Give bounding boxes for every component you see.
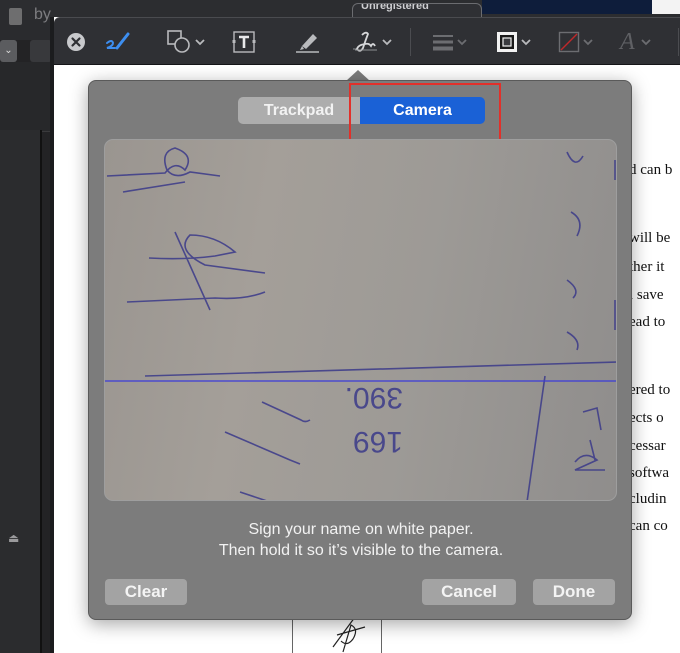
highlight-icon [296, 34, 319, 53]
unregistered-badge-label: Unregistered [361, 3, 429, 12]
instruction-line-2: Then hold it so it’s visible to the came… [218, 542, 504, 559]
paper-signature-2 [126, 231, 266, 311]
sidebar-header [0, 62, 50, 132]
signature-source-tabs: Trackpad Camera [238, 97, 485, 124]
instruction-line-1: Sign your name on white paper. [248, 521, 474, 538]
document-text-line: cessar [629, 438, 666, 454]
paper-edge-line [144, 361, 616, 377]
paper-signature-1 [106, 147, 221, 193]
font-style-icon: A [620, 29, 635, 55]
close-markup-button[interactable] [66, 29, 86, 55]
sketch-icon [106, 32, 130, 50]
chevron-down-icon [457, 39, 467, 46]
chevron-down-icon [382, 39, 392, 46]
chevron-down-icon [195, 39, 205, 46]
line-style-button[interactable] [432, 29, 467, 55]
paper-number-169: 169 [353, 425, 403, 458]
background-window-strip [482, 0, 652, 14]
paper-margin-marks [566, 151, 616, 351]
tab-camera[interactable]: Camera [360, 97, 485, 124]
signature-popover: Trackpad Camera 390. 169 Sign your name … [88, 80, 632, 620]
cancel-button[interactable]: Cancel [422, 579, 516, 605]
document-file-icon [9, 8, 22, 25]
document-text-line: softwa [629, 465, 669, 481]
document-text-line: can co [629, 518, 668, 534]
document-text-line: will be [629, 230, 671, 246]
eject-icon[interactable]: ⏏ [8, 532, 20, 544]
background-window-corner [652, 0, 680, 14]
fill-color-icon [558, 31, 580, 53]
border-color-icon [497, 32, 517, 52]
camera-feed: 390. 169 [105, 147, 616, 500]
document-text-line: ead to [629, 314, 666, 330]
background-dropdown-button[interactable]: ⌄ [0, 40, 17, 62]
camera-preview: 390. 169 [104, 139, 617, 501]
chevron-down-icon [521, 39, 531, 46]
font-style-button[interactable]: A [620, 29, 651, 55]
document-text-line: ects o [629, 410, 664, 426]
toolbar-separator [678, 28, 679, 56]
highlight-tool-button[interactable] [294, 29, 320, 55]
line-style-icon [433, 35, 453, 51]
camera-instructions: Sign your name on white paper. Then hold… [89, 519, 633, 561]
paper-checkmark [261, 401, 311, 423]
shapes-tool-button[interactable] [166, 29, 205, 55]
paper-column-line [526, 375, 546, 500]
document-text-line: l save [629, 287, 664, 303]
text-tool-button[interactable] [232, 29, 256, 55]
background-sidebar [0, 130, 42, 653]
done-button[interactable]: Done [533, 579, 615, 605]
border-color-button[interactable] [496, 29, 531, 55]
paper-right-numbers [574, 406, 605, 471]
background-file-name: by [34, 6, 51, 23]
paper-checkmark [224, 431, 301, 465]
fill-color-button[interactable] [558, 29, 593, 55]
tab-trackpad[interactable]: Trackpad [238, 97, 360, 124]
text-box-icon [232, 31, 256, 53]
chevron-down-icon [583, 39, 593, 46]
toolbar-separator [410, 28, 411, 56]
document-text-line: ered to [629, 382, 671, 398]
sketch-tool-button[interactable] [104, 29, 132, 55]
signature-icon [353, 31, 377, 52]
background-toolbar-button[interactable] [30, 40, 52, 62]
clear-button[interactable]: Clear [105, 579, 187, 605]
chevron-down-icon [641, 39, 651, 46]
paper-number-390: 390. [345, 381, 403, 414]
close-circle-icon [67, 33, 85, 51]
markup-toolbar: A [54, 17, 680, 65]
screen: by Unregistered ⌄ ⏏ A d can b will be th… [0, 0, 680, 653]
document-text-line: cludin [629, 491, 667, 507]
signature-tool-button[interactable] [349, 29, 392, 55]
document-text-line: ther it [629, 259, 665, 275]
document-text-line: d can b [629, 162, 673, 178]
shapes-icon [167, 30, 190, 53]
paper-stroke [239, 491, 267, 500]
